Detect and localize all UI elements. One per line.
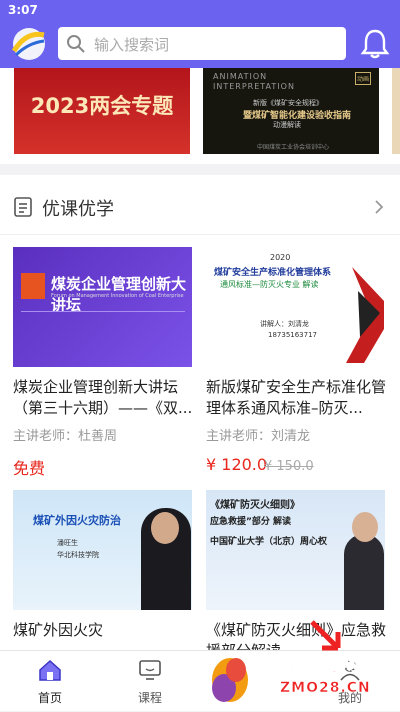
course-price: 免费	[13, 459, 46, 478]
section-title: 优课优学	[42, 199, 114, 220]
course-thumbnail[interactable]: 2020 煤矿安全生产标准化管理体系 通风标准—防灭火专业 解读 讲解人：刘清龙…	[206, 247, 385, 367]
thumb-subtitle: Forum on Management Innovation of Coal E…	[51, 293, 184, 299]
watermark-url: ZMO28.CN	[280, 680, 371, 697]
banner-title: 2023两会专题	[30, 94, 174, 118]
thumb-subtitle: 通风标准—防灭火专业 解读	[220, 280, 319, 289]
course-thumbnail[interactable]: 煤炭企业管理创新大讲坛 Forum on Management Innovati…	[13, 247, 192, 367]
app-logo-icon[interactable]	[10, 25, 48, 63]
home-icon	[39, 659, 61, 681]
list-icon	[14, 197, 32, 217]
banner-partial[interactable]	[392, 68, 400, 154]
course-card[interactable]: 2020 煤矿安全生产标准化管理体系 通风标准—防灭火专业 解读 讲解人：刘清龙…	[206, 247, 386, 482]
watermark: 知末游戏网 ZMO28.CN	[210, 618, 400, 708]
thumb-org: 中国矿业大学（北京）周心权	[210, 537, 328, 547]
watermark-text: 知末游戏网	[249, 652, 361, 678]
status-bar: 3:07	[0, 0, 400, 20]
red-arrow-graphic	[346, 267, 384, 363]
tab-home[interactable]: 首页	[0, 651, 100, 712]
course-price: ¥ 120.0	[206, 455, 268, 474]
presenter-image	[344, 534, 384, 610]
thumb-name: 潘旺生	[57, 539, 78, 547]
banner-en-line-2: INTERPRETATION	[213, 82, 295, 91]
tab-label: 课程	[137, 691, 162, 705]
search-icon	[67, 35, 85, 53]
watermark-logo-icon	[212, 658, 248, 702]
course-old-price: ¥ 150.0	[264, 459, 314, 474]
forum-logo-icon	[21, 273, 45, 299]
banner-badge: 动画	[355, 72, 372, 85]
search-input[interactable]: 输入搜索词	[94, 34, 169, 55]
banner-animation[interactable]: ANIMATION INTERPRETATION 动画 新版《煤矿安全规程》 暨…	[203, 68, 379, 154]
monitor-icon	[139, 660, 161, 680]
course-title[interactable]: 新版煤矿安全生产标准化管理体系通风标准–防灭...	[206, 377, 391, 419]
banner-line-3: 新版《煤矿安全规程》	[253, 99, 323, 107]
course-card[interactable]: 煤矿外因火灾防治 潘旺生 华北科技学院 煤矿外因火灾	[13, 490, 192, 650]
thumb-title: 煤矿安全生产标准化管理体系	[214, 268, 332, 278]
banner-en-line-1: ANIMATION	[213, 72, 268, 81]
presenter-face	[352, 512, 378, 542]
presenter-face	[151, 512, 179, 544]
bell-icon[interactable]	[360, 28, 390, 60]
course-thumbnail[interactable]: 煤矿外因火灾防治 潘旺生 华北科技学院	[13, 490, 192, 610]
tab-label: 首页	[37, 691, 62, 705]
chevron-right-icon[interactable]	[374, 199, 384, 215]
course-section: 优课优学 煤炭企业管理创新大讲坛 Forum on Management Inn…	[0, 175, 400, 660]
course-thumbnail[interactable]: 《煤矿防灭火细则》 应急救援”部分 解读 中国矿业大学（北京）周心权	[206, 490, 385, 610]
thumb-title: 《煤矿防灭火细则》	[210, 500, 300, 511]
course-title[interactable]: 煤炭企业管理创新大讲坛（第三十六期）——《双...	[13, 377, 198, 419]
banner-two-sessions[interactable]: 2023两会专题	[14, 68, 190, 154]
course-teacher: 主讲老师：刘清龙	[206, 429, 311, 444]
thumb-org: 华北科技学院	[57, 551, 99, 559]
thumb-phone: 18735163717	[268, 331, 317, 339]
banner-line-5: 动漫解读	[273, 121, 301, 129]
banner-carousel[interactable]: 2023两会专题 ANIMATION INTERPRETATION 动画 新版《…	[0, 68, 400, 164]
search-box[interactable]: 输入搜索词	[58, 27, 346, 60]
thumb-title: 煤矿外因火灾防治	[33, 514, 121, 527]
course-teacher: 主讲老师：杜善周	[13, 429, 118, 444]
app-header: 输入搜索词	[0, 20, 400, 68]
thumb-year: 2020	[270, 253, 291, 262]
thumb-divider	[21, 311, 185, 337]
tab-courses[interactable]: 课程	[100, 651, 200, 712]
banner-line-6: 中国煤炭工业协会培训中心	[257, 144, 330, 151]
course-card[interactable]: 煤炭企业管理创新大讲坛 Forum on Management Innovati…	[13, 247, 192, 482]
section-header[interactable]: 优课优学	[0, 175, 400, 235]
thumb-lecturer: 讲解人：刘清龙	[260, 320, 309, 328]
status-time: 3:07	[8, 3, 38, 17]
thumb-subtitle: 应急救援”部分 解读	[210, 517, 292, 527]
